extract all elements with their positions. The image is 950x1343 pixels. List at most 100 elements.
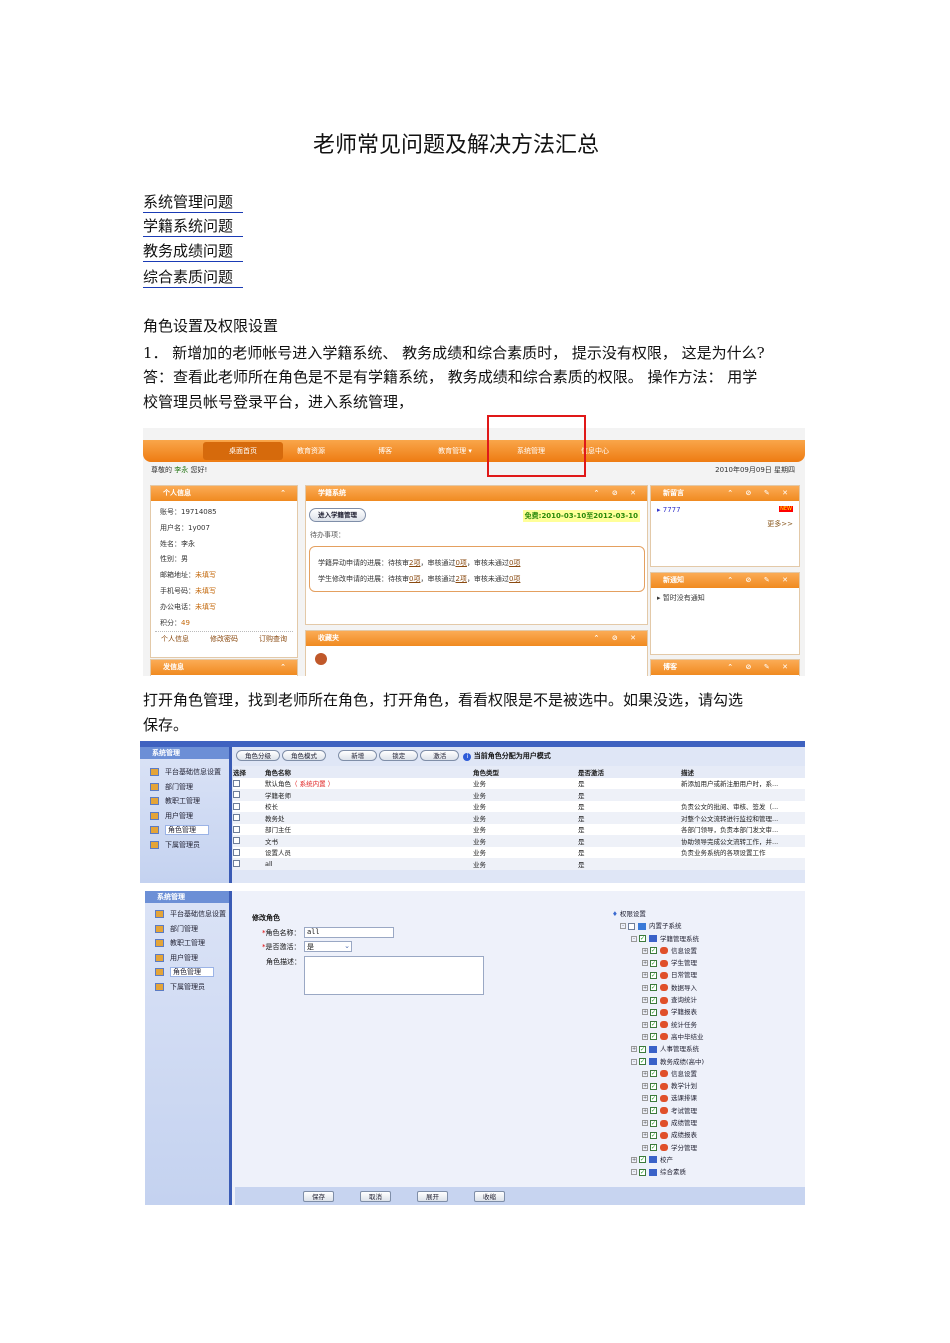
permission-checkbox[interactable] [628, 922, 635, 930]
tree-node[interactable]: + ✓ 查询统计 [612, 994, 704, 1006]
panel-icons[interactable]: ⌃ ⊘ ✕ [594, 631, 641, 646]
panel-icons[interactable]: ⌃ ⊘ ✎ ✕ [727, 660, 793, 675]
expand-node-icon[interactable]: + [642, 1083, 648, 1090]
collapse-node-icon[interactable]: - [620, 923, 626, 930]
sidebar-item[interactable]: 教职工管理 [145, 936, 229, 951]
tree-node[interactable]: + ✓ 学籍报表 [612, 1006, 704, 1018]
panel-icons[interactable]: ⌃ ⊘ ✎ ✕ [727, 486, 793, 501]
panel-icons[interactable]: ⌃ ⊘ ✕ [594, 486, 641, 501]
permission-checkbox[interactable]: ✓ [650, 947, 657, 955]
tree-node[interactable]: - ✓ 学籍管理系统 [612, 933, 704, 945]
collapse-node-icon[interactable]: - [631, 1169, 637, 1176]
permission-checkbox[interactable]: ✓ [639, 935, 646, 943]
panel-icons[interactable]: ⌃ ⊘ ✎ ✕ [727, 573, 793, 588]
table-row[interactable]: 教务处 业务是对整个公文流转进行监控和管理... [233, 812, 805, 824]
table-row[interactable]: 学籍老师 业务是 [233, 789, 805, 801]
permission-checkbox[interactable]: ✓ [650, 1131, 657, 1139]
permission-checkbox[interactable]: ✓ [639, 1156, 646, 1164]
role-name[interactable]: 学籍老师 [265, 792, 291, 800]
collapse-node-icon[interactable]: - [631, 935, 637, 942]
row-checkbox[interactable] [233, 837, 240, 845]
sidebar-item[interactable]: 部门管理 [140, 780, 229, 795]
count-link[interactable]: 2项 [409, 559, 420, 567]
expand-node-icon[interactable]: + [642, 1107, 648, 1114]
sidebar-item[interactable]: 平台基础信息设置 [140, 765, 229, 780]
expand-node-icon[interactable]: + [642, 947, 648, 954]
sidebar-item[interactable]: 角色管理 [145, 965, 229, 980]
row-checkbox[interactable] [233, 779, 240, 787]
link-personal-info[interactable]: 个人信息 [161, 634, 189, 644]
count-link[interactable]: 0项 [509, 559, 520, 567]
sidebar-item[interactable]: 部门管理 [145, 922, 229, 937]
expand-node-icon[interactable]: + [642, 1132, 648, 1139]
tree-node[interactable]: + ✓ 统计任务 [612, 1019, 704, 1031]
expand-node-icon[interactable]: + [642, 1095, 648, 1102]
lock-button[interactable]: 锁定 [379, 750, 419, 761]
tree-node[interactable]: + ✓ 人事管理系统 [612, 1043, 704, 1055]
tree-node[interactable]: + ✓ 成绩报表 [612, 1129, 704, 1141]
count-link[interactable]: 2项 [455, 575, 466, 583]
row-checkbox[interactable] [233, 848, 240, 856]
toc-link-student[interactable]: 学籍系统问题 [143, 217, 243, 237]
table-row[interactable]: 文书 业务是协助领导完成公文流转工作，并... [233, 835, 805, 847]
expand-node-icon[interactable]: + [642, 997, 648, 1004]
expand-node-icon[interactable]: + [642, 1009, 648, 1016]
sidebar-item[interactable]: 角色管理 [140, 823, 229, 838]
sidebar-item[interactable]: 用户管理 [140, 809, 229, 824]
role-mode-button[interactable]: 角色模式 [282, 750, 326, 761]
permission-checkbox[interactable]: ✓ [650, 1107, 657, 1115]
role-name[interactable]: all [265, 860, 273, 868]
row-checkbox[interactable] [233, 860, 240, 868]
active-select[interactable]: 是 ⌄ [304, 941, 352, 952]
table-row[interactable]: 校长 业务 是 负责公文的批阅、审核、签发（... [233, 801, 805, 813]
role-name[interactable]: 教务处 [265, 815, 285, 823]
permission-checkbox[interactable]: ✓ [650, 1033, 657, 1041]
count-link[interactable]: 0项 [409, 575, 420, 583]
role-name[interactable]: 文书 [265, 838, 278, 846]
nav-tab[interactable]: 教育管理 ▾ [415, 440, 495, 462]
sidebar-item[interactable]: 用户管理 [145, 951, 229, 966]
collapse-button[interactable]: 收缩 [474, 1191, 505, 1202]
link-change-password[interactable]: 修改密码 [210, 634, 238, 644]
tree-node[interactable]: - ✓ 教务成绩(高中) [612, 1056, 704, 1068]
permission-checkbox[interactable]: ✓ [650, 1144, 657, 1152]
sidebar-item[interactable]: 下属管理员 [145, 980, 229, 995]
sidebar-item[interactable]: 下属管理员 [140, 838, 229, 853]
sidebar-item[interactable]: 平台基础信息设置 [145, 907, 229, 922]
role-description-textarea[interactable] [304, 956, 484, 995]
count-link[interactable]: 0项 [455, 559, 466, 567]
tree-node[interactable]: + ✓ 教学计划 [612, 1080, 704, 1092]
collapse-icon[interactable]: ⌃ [280, 486, 291, 501]
message-item[interactable]: 7777 [663, 506, 681, 514]
permission-checkbox[interactable]: ✓ [650, 1070, 657, 1078]
tree-node[interactable]: + ✓ 成绩管理 [612, 1117, 704, 1129]
row-checkbox[interactable] [233, 791, 240, 799]
activate-button[interactable]: 激活 [420, 750, 460, 761]
table-row[interactable]: 设置人员 业务 是 负责业务系统的各项设置工作 [233, 847, 805, 859]
expand-node-icon[interactable]: + [642, 1120, 648, 1127]
role-name[interactable]: 校长 [265, 803, 278, 811]
cancel-button[interactable]: 取消 [360, 1191, 391, 1202]
enter-student-management-button[interactable]: 进入学籍管理 [309, 508, 366, 522]
tree-node[interactable]: + ✓ 信息设置 [612, 1068, 704, 1080]
tree-node[interactable]: + ✓ 高中毕结业 [612, 1031, 704, 1043]
permission-checkbox[interactable]: ✓ [650, 1082, 657, 1090]
expand-button[interactable]: 展开 [417, 1191, 448, 1202]
table-row[interactable]: 部门主任 业务 是 各部门领导，负责本部门发文审... [233, 824, 805, 836]
permission-checkbox[interactable]: ✓ [650, 1008, 657, 1016]
favorite-user-icon[interactable] [315, 653, 327, 665]
tree-node[interactable]: + ✓ 日常管理 [612, 969, 704, 981]
table-row[interactable]: 默认角色（ 系统内置 ）业务是新添加用户或新注册用户时，系... [233, 778, 805, 790]
tree-node[interactable]: + ✓ 选课排课 [612, 1092, 704, 1104]
collapse-node-icon[interactable]: - [631, 1058, 637, 1065]
link-order-query[interactable]: 订购查询 [259, 634, 287, 644]
tree-node[interactable]: + ✓ 学分管理 [612, 1142, 704, 1154]
expand-node-icon[interactable]: + [642, 972, 648, 979]
tree-node[interactable]: - ✓ 综合素质 [612, 1166, 704, 1178]
tree-node[interactable]: + ✓ 校产 [612, 1154, 704, 1166]
table-row[interactable]: all 业务是 [233, 858, 805, 870]
nav-tab[interactable]: 博客 [345, 440, 425, 462]
expand-node-icon[interactable]: + [642, 960, 648, 967]
add-button[interactable]: 新增 [338, 750, 378, 761]
expand-node-icon[interactable]: + [642, 1144, 648, 1151]
